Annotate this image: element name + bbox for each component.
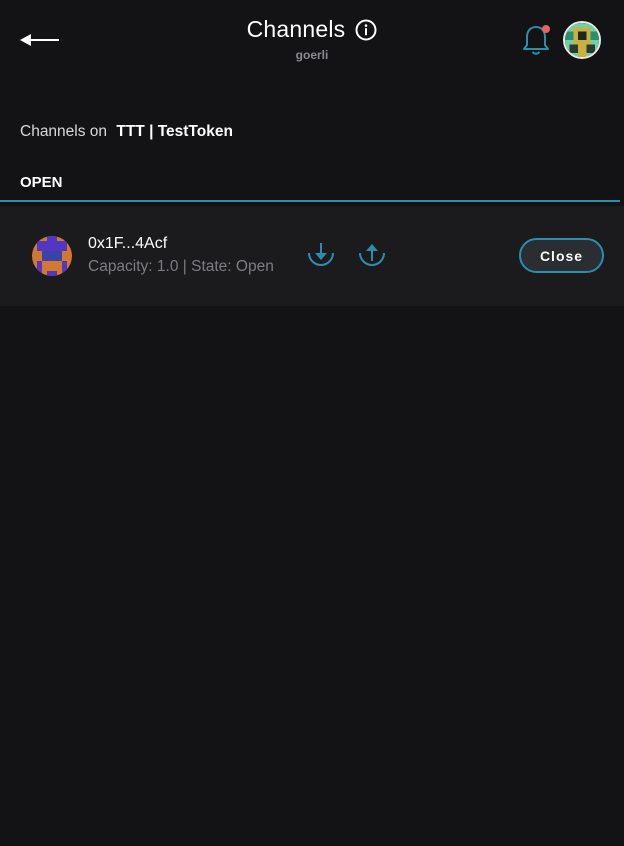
channel-details: Capacity: 1.0 | State: Open [88, 258, 274, 275]
channel-row: 0x1F...4Acf Capacity: 1.0 | State: Open … [0, 206, 624, 306]
withdraw-channel-button[interactable] [357, 240, 387, 270]
token-name: TTT | TestToken [116, 123, 233, 140]
tab-open[interactable]: OPEN [20, 174, 63, 191]
channel-avatar [32, 236, 72, 276]
close-channel-button[interactable]: Close [519, 238, 604, 273]
header: Channels goerli [0, 0, 624, 80]
subtitle-prefix: Channels on [20, 123, 108, 140]
account-avatar[interactable] [563, 21, 601, 59]
notifications-button[interactable] [520, 22, 554, 58]
channels-subtitle: Channels on TTT | TestToken [20, 123, 233, 141]
fund-channel-button[interactable] [306, 240, 336, 270]
download-icon [308, 243, 334, 266]
channel-address: 0x1F...4Acf [88, 235, 168, 252]
info-icon[interactable] [355, 19, 377, 41]
page-title: Channels [246, 16, 346, 42]
upload-icon [359, 244, 385, 266]
tab-indicator [0, 200, 620, 202]
bell-icon [523, 25, 550, 55]
